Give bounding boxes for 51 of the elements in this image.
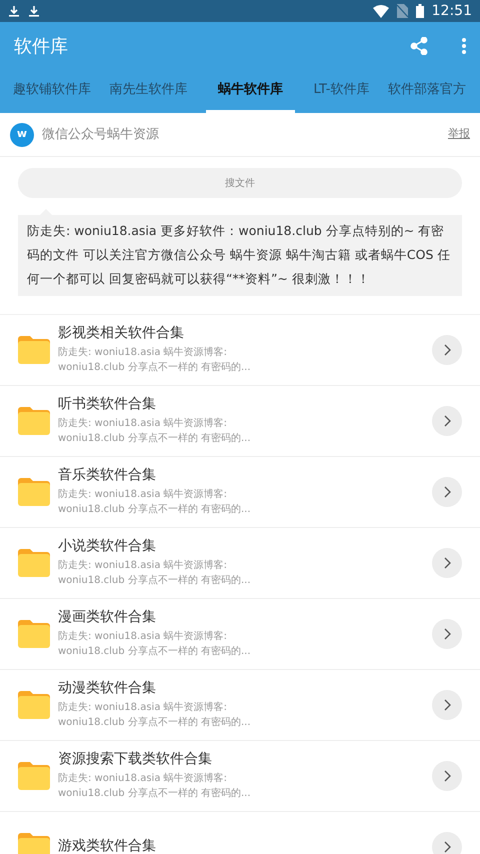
folder-icon	[18, 620, 50, 648]
tab[interactable]: 软件部落官方	[388, 70, 466, 113]
folder-description: 防走失: woniu18.asia 蜗牛资源博客: woniu18.club 分享点不一样的 有密码的...	[58, 416, 252, 446]
status-time: 12:51	[432, 2, 472, 20]
chevron-right-icon	[444, 344, 450, 356]
folder-title: 漫画类软件合集	[58, 608, 157, 626]
avatar-badge: w	[10, 122, 34, 146]
folder-description: 防走失: woniu18.asia 蜗牛资源博客: woniu18.club 分享点不一样的 有密码的...	[58, 346, 252, 374]
folder-icon	[18, 833, 50, 854]
folder-title: 游戏类软件合集	[58, 837, 157, 854]
folder-description: 防走失: woniu18.asia 蜗牛资源博客: woniu18.club 分享点不一样的 有密码的...	[58, 772, 252, 800]
download-icon	[8, 5, 20, 17]
folder-icon	[18, 407, 50, 435]
tab[interactable]: LT-软件库	[314, 70, 370, 113]
folder-title: 资源搜索下载类软件合集	[58, 750, 213, 768]
folder-description: 防走失: woniu18.asia 蜗牛资源博客: woniu18.club 分享点不一样的 有密码的...	[58, 700, 252, 730]
folder-icon	[18, 336, 50, 364]
folder-title: 动漫类软件合集	[58, 678, 157, 696]
folder-description: 防走失: woniu18.asia 蜗牛资源博客: woniu18.club 分享点不一样的 有密码的...	[58, 488, 252, 516]
folder-title: 听书类软件合集	[58, 394, 157, 412]
publisher-name: 微信公众号蜗牛资源	[42, 126, 159, 144]
folder-description: 防走失: woniu18.asia 蜗牛资源博客: woniu18.club 分享点不一样的 有密码的...	[58, 630, 252, 658]
folder-title: 音乐类软件合集	[58, 466, 157, 484]
folder-description: 防走失: woniu18.asia 蜗牛资源博客: woniu18.club 分享点不一样的 有密码的...	[58, 558, 252, 588]
chevron-right-icon	[444, 628, 450, 640]
folder-icon	[18, 478, 50, 506]
chevron-right-icon	[444, 841, 450, 853]
folder-icon	[18, 691, 50, 719]
chevron-right-icon	[444, 415, 450, 427]
folder-title: 小说类软件合集	[58, 536, 157, 554]
more-icon[interactable]	[462, 38, 466, 54]
chevron-right-icon	[444, 486, 450, 498]
tab[interactable]: 趣软铺软件库	[13, 70, 91, 113]
folder-icon	[18, 549, 50, 577]
chevron-right-icon	[444, 557, 450, 569]
search-field[interactable]: 搜文件	[18, 168, 462, 198]
notice-bubble: 防走失: woniu18.asia 更多好软件：woniu18.club 分享点特别的~ 有密码的文件 可以关注官方微信公众号 蜗牛资源 蜗牛淘古籍 或者蜗牛COS 任何一个都可以 回复密码就可以获得“**资料”~ 很刺激！！！	[18, 215, 462, 296]
chevron-right-icon	[444, 699, 450, 711]
chevron-right-icon	[444, 770, 450, 782]
no-sim-icon	[396, 4, 408, 18]
chevron-button[interactable]	[432, 832, 462, 854]
app-title: 软件库	[14, 34, 68, 58]
wifi-icon	[372, 4, 389, 18]
share-icon[interactable]	[410, 37, 428, 55]
tab[interactable]: 南先生软件库	[110, 70, 188, 113]
folder-title: 影视类相关软件合集	[58, 324, 185, 342]
download-icon	[28, 5, 40, 17]
tab[interactable]: 蜗牛软件库	[206, 70, 296, 113]
folder-icon	[18, 762, 50, 790]
battery-icon	[416, 4, 424, 18]
report-link[interactable]: 举报	[448, 126, 470, 143]
